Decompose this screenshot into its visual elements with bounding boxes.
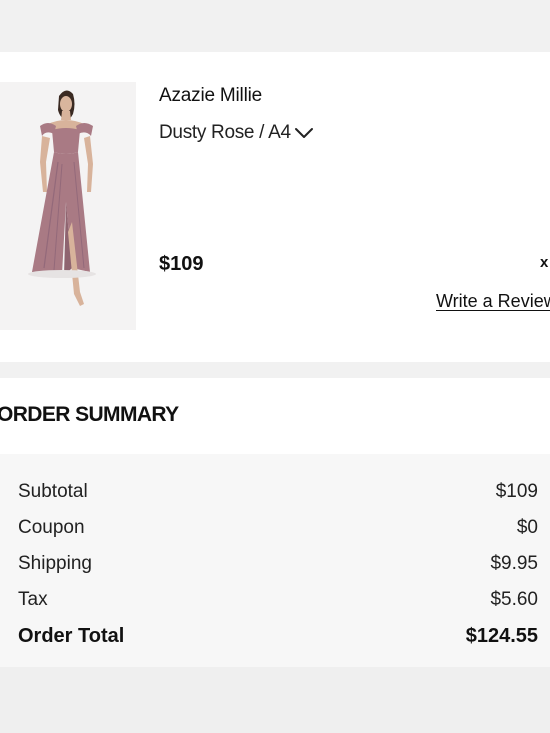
write-review-link[interactable]: Write a Review	[436, 291, 550, 312]
summary-value: $5.60	[490, 589, 538, 610]
remove-item-button[interactable]: x	[540, 254, 548, 271]
order-total-label: Order Total	[18, 625, 125, 647]
summary-label: Shipping	[18, 553, 92, 574]
chevron-down-icon	[294, 128, 313, 138]
summary-label: Subtotal	[18, 481, 88, 502]
product-image[interactable]	[0, 82, 136, 330]
order-summary-title: ORDER SUMMARY	[0, 403, 179, 426]
variant-selector[interactable]: Dusty Rose / A4	[159, 122, 314, 144]
cart-item-card: Azazie Millie Dusty Rose / A4 $109 x Wri…	[0, 52, 550, 362]
summary-row-order-total: Order Total $124.55	[18, 625, 538, 648]
summary-row-tax: Tax $5.60	[18, 589, 538, 611]
order-summary-table: Subtotal $109 Coupon $0 Shipping $9.95 T…	[0, 454, 550, 667]
section-divider	[0, 362, 550, 378]
product-price: $109	[159, 253, 204, 275]
order-total-value: $124.55	[465, 625, 538, 647]
top-spacer	[0, 0, 550, 52]
variant-label: Dusty Rose / A4	[159, 122, 291, 143]
summary-row-subtotal: Subtotal $109	[18, 481, 538, 503]
summary-row-coupon: Coupon $0	[18, 517, 538, 539]
bottom-spacer	[0, 667, 550, 733]
summary-row-shipping: Shipping $9.95	[18, 553, 538, 575]
summary-value: $0	[516, 517, 538, 538]
summary-label: Coupon	[18, 517, 85, 538]
dress-illustration	[0, 82, 136, 330]
product-name[interactable]: Azazie Millie	[159, 85, 262, 107]
summary-value: $109	[495, 481, 538, 502]
order-summary-card: ORDER SUMMARY Subtotal $109 Coupon $0 Sh…	[0, 378, 550, 667]
summary-value: $9.95	[490, 553, 538, 574]
summary-label: Tax	[18, 589, 48, 610]
